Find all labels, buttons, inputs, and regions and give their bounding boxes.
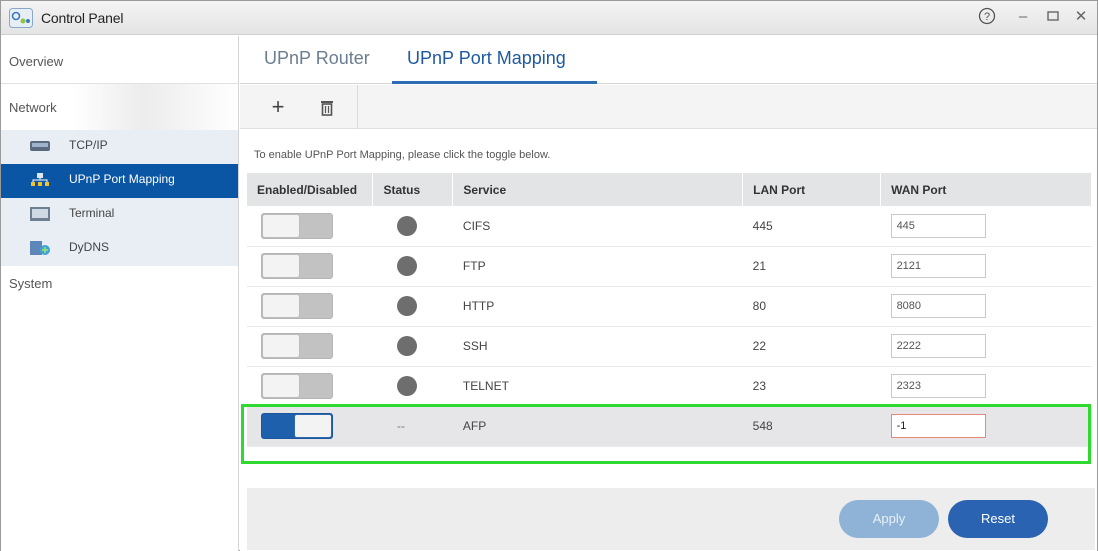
sidebar-item-tcpip[interactable]: TCP/IP <box>1 130 238 164</box>
table-row: TELNET 23 <box>247 366 1092 407</box>
sidebar-item-label: TCP/IP <box>69 138 108 152</box>
maximize-icon[interactable] <box>1043 7 1063 27</box>
sidebar-item-overview[interactable]: Overview <box>1 36 238 84</box>
reset-button[interactable]: Reset <box>948 500 1048 538</box>
trash-icon <box>320 94 334 119</box>
wan-port-input[interactable] <box>890 213 986 238</box>
status-indicator <box>396 376 417 396</box>
title-bar: Control Panel ? – ✕ <box>1 1 1097 35</box>
sidebar-item-label: Terminal <box>69 206 115 220</box>
lan-port: 445 <box>742 206 881 247</box>
sidebar-item-dydns[interactable]: DyDNS <box>1 232 238 266</box>
table-row: SSH 22 <box>247 326 1092 367</box>
sidebar-item-label: DyDNS <box>69 240 110 254</box>
column-header-service: Service <box>452 173 744 206</box>
wan-port-input[interactable] <box>890 414 986 438</box>
toggle-knob <box>263 335 299 357</box>
sidebar-network-submenu: TCP/IP UPnP Port Mapping Terminal DyDNS <box>1 130 238 266</box>
lan-port: 21 <box>742 246 881 287</box>
toggle-knob <box>263 255 299 277</box>
control-panel-window: Control Panel ? – ✕ Overview Network TCP… <box>0 0 1098 551</box>
table-row: FTP 21 <box>247 246 1092 287</box>
toolbar: + <box>240 85 1097 129</box>
table-row: CIFS 445 <box>247 206 1092 247</box>
status-indicator <box>396 256 417 276</box>
status-text: -- <box>396 419 405 433</box>
service-name: SSH <box>452 326 743 367</box>
table-row-selected: -- AFP 548 <box>247 406 1092 447</box>
delete-button[interactable] <box>311 91 343 123</box>
column-header-wan-port: WAN Port <box>880 173 1092 206</box>
dydns-icon <box>29 240 51 256</box>
lan-port: 548 <box>742 406 881 447</box>
enable-toggle[interactable] <box>261 253 333 279</box>
wan-port-input[interactable] <box>890 294 986 318</box>
column-header-enabled: Enabled/Disabled <box>247 173 374 206</box>
terminal-icon <box>29 206 51 222</box>
main-panel: UPnP Router UPnP Port Mapping + To enabl… <box>240 36 1097 551</box>
service-name: FTP <box>452 246 743 287</box>
sidebar-item-upnp-port-mapping[interactable]: UPnP Port Mapping <box>1 164 238 198</box>
active-tab-indicator <box>392 81 597 84</box>
table-header-row: Enabled/Disabled Status Service LAN Port… <box>247 173 1092 206</box>
column-header-lan-port: LAN Port <box>742 173 882 206</box>
lan-port: 22 <box>742 326 881 367</box>
network-card-icon <box>29 138 51 154</box>
enable-toggle[interactable] <box>261 212 333 239</box>
wan-port-input[interactable] <box>890 334 986 358</box>
service-name: AFP <box>452 406 743 447</box>
wan-port-input[interactable] <box>890 374 986 398</box>
service-name: HTTP <box>452 286 743 327</box>
column-header-status: Status <box>372 173 454 206</box>
upnp-icon <box>29 172 51 188</box>
enable-toggle[interactable] <box>261 333 333 359</box>
toolbar-divider <box>357 85 358 129</box>
control-panel-icon <box>9 8 33 28</box>
window-title: Control Panel <box>41 10 124 26</box>
sidebar-item-label: UPnP Port Mapping <box>69 172 175 186</box>
svg-text:?: ? <box>984 11 990 23</box>
wan-port-input[interactable] <box>890 254 986 278</box>
enable-toggle[interactable] <box>261 413 333 439</box>
enable-toggle[interactable] <box>261 373 333 399</box>
tab-upnp-port-mapping[interactable]: UPnP Port Mapping <box>407 48 566 69</box>
sidebar-item-system[interactable]: System <box>1 266 238 306</box>
close-icon[interactable]: ✕ <box>1071 7 1091 27</box>
add-button[interactable]: + <box>262 91 294 123</box>
instruction-text: To enable UPnP Port Mapping, please clic… <box>254 149 551 161</box>
lan-port: 80 <box>742 286 881 327</box>
status-indicator <box>396 215 417 236</box>
sidebar-item-network[interactable]: Network <box>1 84 238 130</box>
toggle-knob <box>295 415 331 437</box>
lan-port: 23 <box>742 366 881 407</box>
apply-button[interactable]: Apply <box>839 500 939 538</box>
enable-toggle[interactable] <box>261 293 333 319</box>
service-name: TELNET <box>452 366 743 407</box>
toggle-knob <box>263 214 299 237</box>
tab-upnp-router[interactable]: UPnP Router <box>264 48 370 69</box>
status-indicator <box>396 296 417 316</box>
sidebar-item-terminal[interactable]: Terminal <box>1 198 238 232</box>
port-mapping-table: Enabled/Disabled Status Service LAN Port… <box>247 173 1092 447</box>
footer-bar: Apply Reset <box>247 488 1095 550</box>
status-indicator <box>396 336 417 356</box>
service-name: CIFS <box>452 206 743 247</box>
table-row: HTTP 80 <box>247 286 1092 327</box>
minimize-icon[interactable]: – <box>1013 7 1033 27</box>
toggle-knob <box>263 295 299 317</box>
help-icon[interactable]: ? <box>977 7 997 27</box>
tab-bar: UPnP Router UPnP Port Mapping <box>240 36 1097 84</box>
sidebar: Overview Network TCP/IP UPnP Port Mappin… <box>1 36 239 551</box>
toggle-knob <box>263 375 299 397</box>
